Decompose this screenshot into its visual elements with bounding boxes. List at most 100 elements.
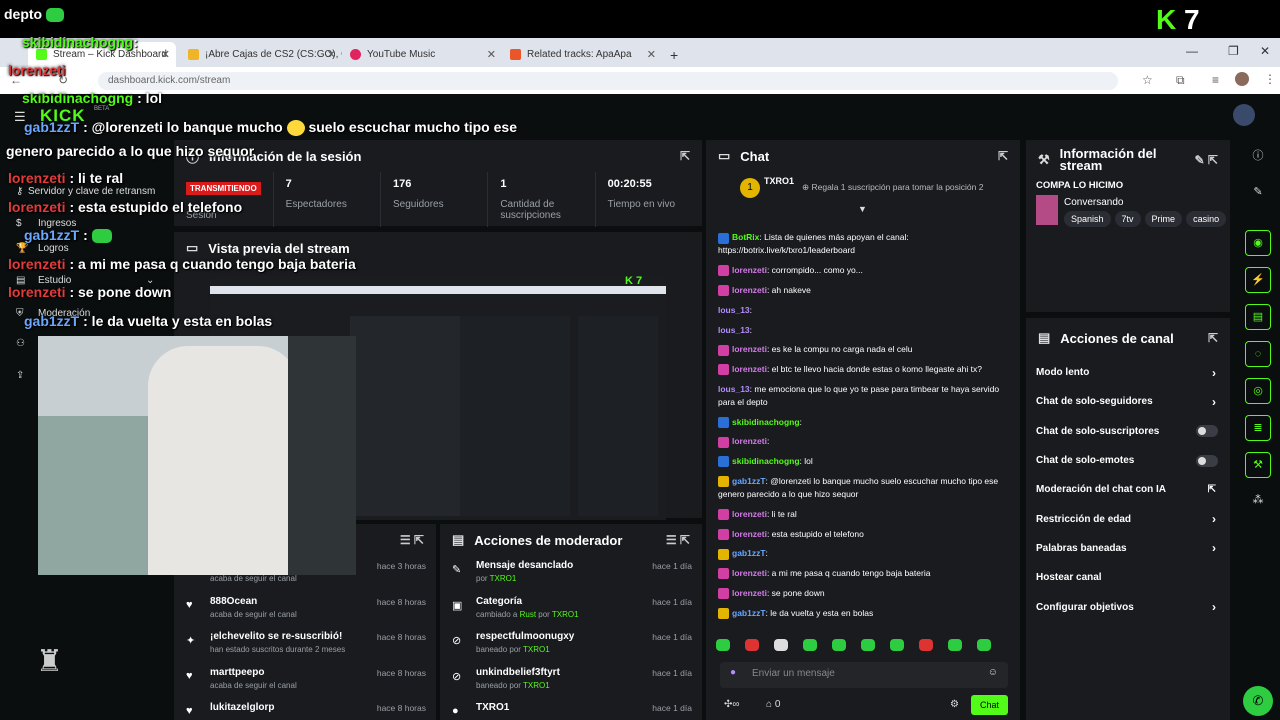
tag[interactable]: Prime xyxy=(1144,211,1183,227)
emote-icon[interactable] xyxy=(803,639,817,651)
chat-username[interactable]: lous_13 xyxy=(718,305,750,315)
nav-item-logros[interactable]: Logros xyxy=(38,243,69,254)
chat-username[interactable]: lorenzeti xyxy=(732,509,767,519)
settings-icon[interactable]: ⚙ xyxy=(950,699,959,710)
edit-icon[interactable]: ✎ ⇱ xyxy=(1195,153,1218,167)
notes-icon[interactable]: ▤ xyxy=(1245,304,1271,330)
toggle-switch[interactable] xyxy=(1196,454,1218,467)
chat-username[interactable]: lous_13 xyxy=(718,384,750,394)
url-input[interactable]: dashboard.kick.com/stream xyxy=(98,72,1118,90)
overlay-text: genero parecido a lo que hizo sequor xyxy=(6,143,255,159)
chat-username[interactable]: lous_13 xyxy=(718,325,750,335)
camera-icon[interactable]: ◉ xyxy=(1245,230,1271,256)
emote-icon[interactable] xyxy=(861,639,875,651)
emote-icon[interactable] xyxy=(977,639,991,651)
mod-by[interactable]: TXRO1 xyxy=(523,681,550,690)
channel-action-row[interactable]: Modo lento › xyxy=(1026,358,1230,387)
menu-icon[interactable]: ⋮ xyxy=(1264,72,1276,86)
mod-by[interactable]: TXRO1 xyxy=(523,645,550,654)
tag[interactable]: 7tv xyxy=(1114,211,1141,227)
bolt-icon[interactable]: ⚡ xyxy=(1245,267,1271,293)
tag[interactable]: Spanish xyxy=(1064,211,1111,227)
chat-bubble-icon[interactable]: ◌ xyxy=(1245,341,1271,367)
profile-avatar[interactable] xyxy=(1235,72,1249,86)
channel-action-row[interactable]: Hostear canal xyxy=(1026,563,1230,592)
channel-action-row[interactable]: Configurar objetivos › xyxy=(1026,592,1230,621)
channel-action-row[interactable]: Chat de solo-emotes xyxy=(1026,446,1230,475)
top-gifter-name[interactable]: TXRO1 xyxy=(764,176,794,186)
maximize-icon[interactable]: ❐ xyxy=(1228,44,1239,58)
chat-username[interactable]: skibidinachogng xyxy=(732,417,800,427)
mod-by[interactable]: TXRO1 xyxy=(490,574,517,583)
chat-username[interactable]: BotRix xyxy=(732,232,759,242)
category-thumbnail[interactable] xyxy=(1036,195,1058,225)
nodes-icon[interactable]: ⁂ xyxy=(1245,488,1271,514)
chat-username[interactable]: gab1zzT xyxy=(732,608,766,618)
emote-icon[interactable] xyxy=(716,639,730,651)
chevron-down-icon[interactable]: ▼ xyxy=(858,204,867,214)
wrench-icon[interactable]: ⚒ xyxy=(1245,452,1271,478)
chat-username[interactable]: lorenzeti xyxy=(732,344,767,354)
chat-username[interactable]: lorenzeti xyxy=(732,285,767,295)
popout-icon[interactable]: ⇱ xyxy=(998,149,1008,163)
chat-username[interactable]: lorenzeti xyxy=(732,364,767,374)
url-text: dashboard.kick.com/stream xyxy=(108,75,231,86)
media-icon[interactable]: ≡ xyxy=(1212,73,1219,87)
category-name[interactable]: Conversando xyxy=(1064,197,1123,208)
close-tab-icon[interactable]: ✕ xyxy=(327,48,336,61)
filter-icon[interactable]: ☰ ⇱ xyxy=(666,533,690,547)
user-avatar[interactable] xyxy=(1233,104,1255,126)
list-icon[interactable]: ≣ xyxy=(1245,415,1271,441)
emote-icon[interactable] xyxy=(890,639,904,651)
edit-icon[interactable]: ✎ xyxy=(1245,180,1271,206)
popout-icon[interactable]: ⇱ xyxy=(1208,331,1218,345)
chat-username[interactable]: gab1zzT xyxy=(732,548,766,558)
upload-icon[interactable]: ⇪ xyxy=(16,370,24,381)
close-tab-icon[interactable]: ✕ xyxy=(647,48,656,61)
channel-action-row[interactable]: Palabras baneadas › xyxy=(1026,534,1230,563)
mod-category[interactable]: Rust xyxy=(520,610,536,619)
toggle-switch[interactable] xyxy=(1196,425,1218,438)
emote-icon[interactable] xyxy=(832,639,846,651)
close-tab-icon[interactable]: ✕ xyxy=(161,48,170,61)
chat-message-input[interactable]: ● Enviar un mensaje ☺ xyxy=(720,662,1008,688)
send-chat-button[interactable]: Chat xyxy=(971,695,1008,715)
channel-action-row[interactable]: Chat de solo-suscriptores xyxy=(1026,417,1230,446)
minimize-icon[interactable]: — xyxy=(1186,44,1198,58)
users-icon[interactable]: ⚇ xyxy=(16,338,25,349)
emote-icon[interactable] xyxy=(774,639,788,651)
emote-icon[interactable] xyxy=(948,639,962,651)
popout-icon[interactable]: ⇱ xyxy=(680,149,690,163)
close-window-icon[interactable]: ✕ xyxy=(1260,44,1270,58)
close-tab-icon[interactable]: ✕ xyxy=(487,48,496,61)
channel-action-row[interactable]: Restricción de edad › xyxy=(1026,504,1230,533)
chat-username[interactable]: lorenzeti xyxy=(732,529,767,539)
chat-username[interactable]: lorenzeti xyxy=(732,588,767,598)
channel-action-row[interactable]: Chat de solo-seguidores › xyxy=(1026,387,1230,416)
extensions-icon[interactable]: ⧉ xyxy=(1176,73,1185,88)
info-icon[interactable]: ⓘ xyxy=(1245,144,1271,170)
nav-item-server-key[interactable]: Servidor y clave de retransm xyxy=(28,186,155,197)
new-tab-button[interactable]: + xyxy=(662,42,682,67)
filter-icon[interactable]: ☰ ⇱ xyxy=(400,533,424,547)
broadcast-icon[interactable]: ◎ xyxy=(1245,378,1271,404)
tab-related-tracks[interactable]: Related tracks: ApaApa ✕ xyxy=(502,42,662,67)
tab-youtube-music[interactable]: YouTube Music ✕ xyxy=(342,42,502,67)
gift-icon[interactable]: ⌂ 0 xyxy=(766,699,780,710)
chat-username[interactable]: skibidinachogng xyxy=(732,456,800,466)
chat-username[interactable]: lorenzeti xyxy=(732,265,767,275)
mod-by[interactable]: TXRO1 xyxy=(552,610,579,619)
infinity-icon[interactable]: ✣∞ xyxy=(724,699,740,710)
tab-cs2-cases[interactable]: ¡Abre Cajas de CS2 (CS:GO), Ga ✕ xyxy=(180,42,342,67)
chat-username[interactable]: lorenzeti xyxy=(732,436,767,446)
chat-username[interactable]: gab1zzT xyxy=(732,476,766,486)
channel-action-row[interactable]: Moderación del chat con IA ⇱ xyxy=(1026,475,1230,504)
chat-username[interactable]: lorenzeti xyxy=(732,568,767,578)
emote-icon[interactable] xyxy=(919,639,933,651)
emoji-icon[interactable]: ☺ xyxy=(988,667,998,678)
mic-icon[interactable]: ● xyxy=(730,667,736,678)
tag[interactable]: casino xyxy=(1186,211,1227,227)
bookmark-star-icon[interactable]: ☆ xyxy=(1142,73,1153,87)
support-chat-icon[interactable]: ✆ xyxy=(1243,686,1273,716)
emote-icon[interactable] xyxy=(745,639,759,651)
